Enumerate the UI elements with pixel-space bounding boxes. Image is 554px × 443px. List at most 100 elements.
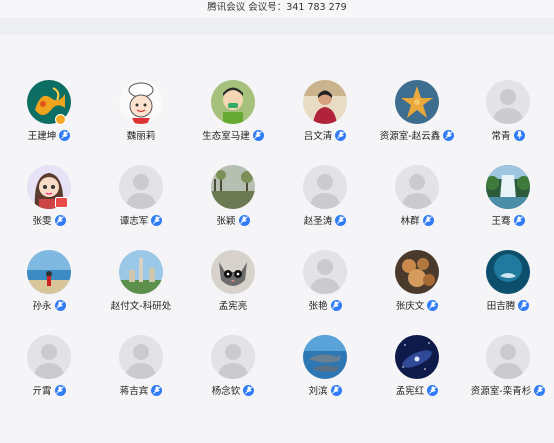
participant-name: 杨念钦 [211,386,241,397]
toolbar-strip [0,19,554,35]
participant-name: 吕文清 [303,131,333,142]
participant-tile[interactable]: 张庆文 [371,232,463,312]
participant-tile[interactable]: 杨念钦 [187,317,279,397]
mic-muted-icon [427,384,439,396]
avatar [119,80,163,124]
mic-muted-icon [54,299,66,311]
avatar [211,335,255,379]
avatar [303,165,347,209]
participant-name-row: 杨念钦 [187,383,279,397]
participant-name: 王建坤 [27,131,57,142]
mic-muted-icon [518,299,530,311]
mic-muted-icon [243,384,255,396]
participant-name-row: 吕文清 [279,128,371,142]
avatar [395,165,439,209]
participant-name-row: 田吉腾 [462,298,554,312]
mic-muted-icon [335,214,347,226]
mic-muted-icon [422,214,434,226]
participant-name: 赵圣涛 [303,216,333,227]
participant-tile[interactable]: 田吉腾 [462,232,554,312]
participant-name-row: 赵付文-科研处 [95,298,187,312]
participant-name: 刘滨 [308,386,328,397]
window-title-bar: 腾讯会议 会议号：341 783 279 [0,0,554,19]
avatar [486,80,530,124]
participant-tile[interactable]: 张艳 [279,232,371,312]
mic-muted-icon [59,129,71,141]
participant-tile[interactable]: 蒋吉宾 [95,317,187,397]
participant-tile[interactable]: 亓霄 [3,317,95,397]
participant-name: 资源室-栾青杉 [470,386,532,397]
participant-tile[interactable]: 王建坤 [3,62,95,142]
avatar [486,165,530,209]
participant-tile[interactable]: 林群 [371,147,463,227]
participant-name-row: 张庆文 [371,298,463,312]
participant-tile[interactable]: 张颖 [187,147,279,227]
participant-name: 孟宪红 [395,386,425,397]
participant-tile[interactable]: 孟宪红 [371,317,463,397]
avatar [395,335,439,379]
participant-tile[interactable]: 常青 [462,62,554,142]
mic-muted-icon [330,299,342,311]
participant-tile[interactable]: 张雯 [3,147,95,227]
avatar [486,250,530,294]
participant-name-row: 孟宪红 [371,383,463,397]
participant-name-row: 王建坤 [3,128,95,142]
participant-name: 孙永 [32,301,52,312]
participant-tile[interactable]: 吕文清 [279,62,371,142]
avatar [395,80,439,124]
participant-name: 孟宪亮 [218,301,248,312]
mic-muted-icon [151,214,163,226]
mic-muted-icon [330,384,342,396]
participant-name: 王骞 [491,216,511,227]
participant-name: 资源室-赵云鑫 [379,131,441,142]
participant-name-row: 谭志军 [95,213,187,227]
participant-name: 亓霄 [32,386,52,397]
participant-name-row: 孟宪亮 [187,298,279,312]
participant-name-row: 资源室-栾青杉 [462,383,554,397]
participant-name: 谭志军 [119,216,149,227]
avatar [395,250,439,294]
participant-tile[interactable]: 谭志军 [95,147,187,227]
participant-name: 田吉腾 [486,301,516,312]
mic-muted-icon [151,384,163,396]
participant-tile[interactable]: 资源室-栾青杉 [462,317,554,397]
participant-tile[interactable]: 孙永 [3,232,95,312]
avatar [211,165,255,209]
participant-name-row: 蒋吉宾 [95,383,187,397]
participant-name: 张颖 [216,216,236,227]
participant-name-row: 张颖 [187,213,279,227]
participant-tile[interactable]: 刘滨 [279,317,371,397]
participant-tile[interactable]: 生态室马建 [187,62,279,142]
avatar [27,250,71,294]
avatar [119,250,163,294]
participant-tile[interactable]: 孟宪亮 [187,232,279,312]
meeting-title: 腾讯会议 会议号：341 783 279 [207,2,347,13]
participant-name-row: 刘滨 [279,383,371,397]
mic-muted-icon [534,384,546,396]
avatar [211,250,255,294]
participant-name-row: 常青 [462,128,554,142]
mic-muted-icon [335,129,347,141]
avatar [303,335,347,379]
avatar [211,80,255,124]
participant-name-row: 生态室马建 [187,128,279,142]
screen-share-badge-icon [55,197,68,208]
participant-tile[interactable]: 王骞 [462,147,554,227]
participant-name-row: 张艳 [279,298,371,312]
mic-muted-icon [238,214,250,226]
avatar [486,335,530,379]
participant-tile[interactable]: 魏丽莉 [95,62,187,142]
mic-muted-icon [443,129,455,141]
participant-name: 赵付文-科研处 [110,301,172,312]
participant-name: 张艳 [308,301,328,312]
participant-tile[interactable]: 资源室-赵云鑫 [371,62,463,142]
participant-name-row: 赵圣涛 [279,213,371,227]
participant-name: 蒋吉宾 [119,386,149,397]
avatar [27,335,71,379]
participant-tile[interactable]: 赵付文-科研处 [95,232,187,312]
mic-muted-icon [427,299,439,311]
participant-tile[interactable]: 赵圣涛 [279,147,371,227]
participant-name: 生态室马建 [202,131,250,142]
mic-muted-icon [252,129,264,141]
host-badge-icon [55,114,66,125]
